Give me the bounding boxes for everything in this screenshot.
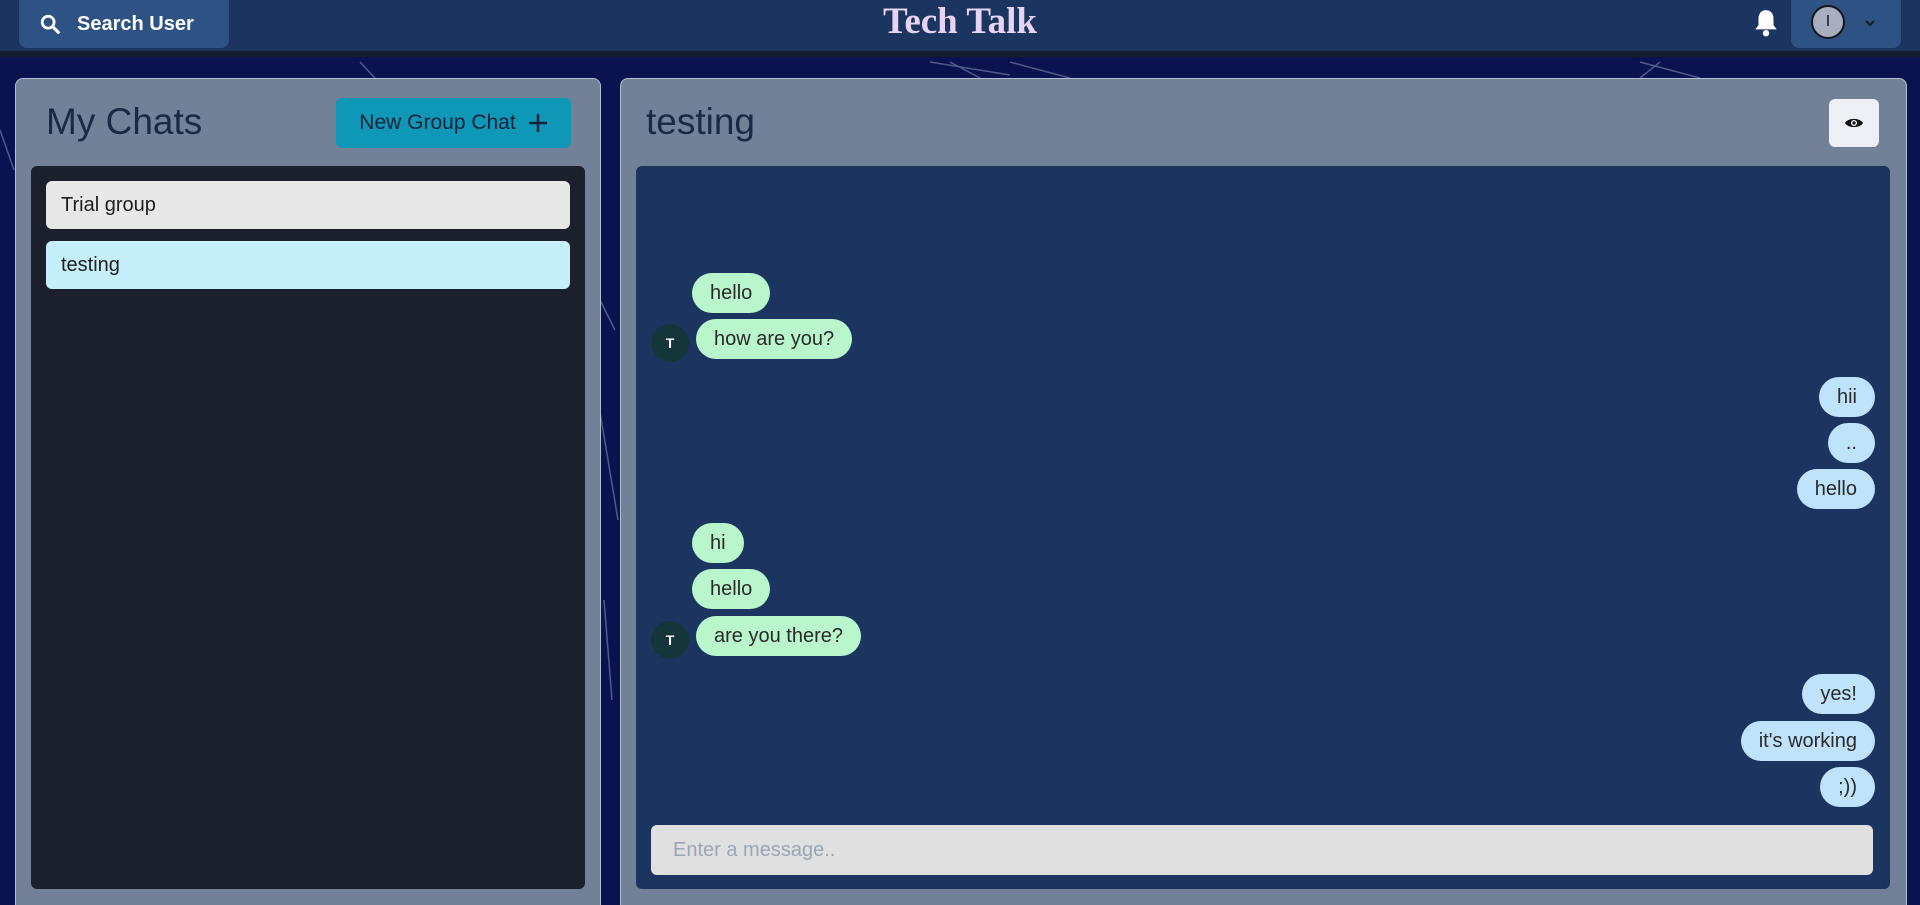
chat-item-label: Trial group xyxy=(61,193,156,216)
search-user-button[interactable]: Search User xyxy=(19,0,229,48)
message-bubble: it's working xyxy=(1740,721,1875,761)
chat-title: testing xyxy=(646,101,756,142)
plus-icon xyxy=(528,114,547,132)
eye-icon xyxy=(1845,118,1863,128)
message-bubble: hello xyxy=(1796,469,1875,509)
message-bubble: yes! xyxy=(1802,674,1875,714)
notification-bell-icon[interactable] xyxy=(1753,8,1779,38)
new-group-chat-label: New Group Chat xyxy=(359,111,516,134)
chat-item-testing[interactable]: testing xyxy=(46,241,570,289)
message-bubble: ;)) xyxy=(1820,767,1875,807)
sender-avatar: T xyxy=(651,621,689,659)
message-bubble: hello xyxy=(692,273,771,313)
view-details-button[interactable] xyxy=(1829,99,1879,147)
message-bubble: .. xyxy=(1827,423,1875,463)
chat-item-trial-group[interactable]: Trial group xyxy=(46,181,570,229)
message-bubble: how are you? xyxy=(696,319,853,359)
search-user-label: Search User xyxy=(77,12,194,35)
sender-avatar: T xyxy=(651,324,689,362)
chat-list: Trial group testing xyxy=(31,166,585,889)
my-chats-panel: My Chats New Group Chat Trial group test… xyxy=(15,78,601,905)
search-icon xyxy=(39,13,61,35)
new-group-chat-button[interactable]: New Group Chat xyxy=(336,98,571,148)
message-bubble: hello xyxy=(692,569,771,609)
chat-panel: testing hello T how are you? hii .. hell… xyxy=(620,78,1907,905)
top-header: Search User Tech Talk I xyxy=(0,0,1920,57)
message-bubble: hi xyxy=(692,523,744,563)
message-input[interactable] xyxy=(651,825,1873,875)
chat-item-label: testing xyxy=(61,253,120,276)
my-chats-title: My Chats xyxy=(46,101,203,142)
message-bubble: hii xyxy=(1818,377,1875,417)
message-bubble: are you there? xyxy=(696,616,861,656)
messages-area: hello T how are you? hii .. hello hi hel… xyxy=(636,166,1890,889)
chevron-down-icon xyxy=(1865,20,1875,27)
user-avatar: I xyxy=(1811,5,1845,39)
profile-menu-button[interactable]: I xyxy=(1791,0,1901,48)
app-title: Tech Talk xyxy=(883,1,1037,42)
